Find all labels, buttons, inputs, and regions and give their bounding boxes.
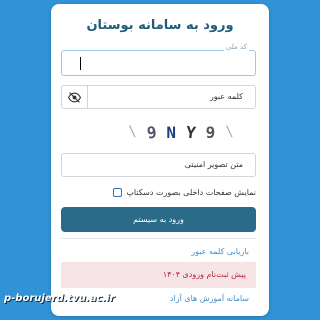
captcha-image: \ 9 N Y 9 \	[117, 120, 245, 144]
captcha-input-label: متن تصویر امنیتی	[184, 160, 243, 169]
captcha-char: 9	[205, 122, 216, 142]
desktop-view-checkbox[interactable]	[113, 187, 123, 197]
login-button[interactable]: ورود به سیستم	[61, 207, 256, 232]
preregistration-notice[interactable]: پیش ثبت‌نام ورودی ۱۴۰۴	[61, 262, 256, 288]
captcha-char: N	[166, 122, 176, 142]
page-title: ورود به سامانه بوستان	[86, 18, 234, 33]
captcha-char: 9	[145, 121, 158, 143]
free-education-system-link[interactable]: سامانه آموزش های آزاد	[170, 294, 249, 303]
captcha-noise: \	[128, 124, 137, 140]
captcha-input[interactable]: متن تصویر امنیتی	[61, 153, 256, 177]
divider	[61, 238, 256, 239]
site-domain: p-borujerd.tvu.ac.ir	[4, 293, 115, 304]
captcha-char: Y	[185, 122, 197, 142]
national-code-field[interactable]: کد ملی	[61, 43, 256, 76]
text-cursor	[80, 57, 81, 70]
login-card: ورود به سامانه بوستان کد ملی کلمه عبور \…	[51, 4, 269, 316]
eye-slash-icon	[68, 91, 81, 103]
password-field[interactable]: کلمه عبور	[61, 85, 256, 109]
desktop-view-option[interactable]: نمایش صفحات داخلی بصورت دسکتاپ	[61, 185, 256, 199]
toggle-password-button[interactable]	[62, 86, 88, 108]
desktop-view-label: نمایش صفحات داخلی بصورت دسکتاپ	[126, 187, 256, 197]
national-code-label: کد ملی	[223, 43, 249, 51]
password-label: کلمه عبور	[209, 92, 243, 101]
captcha-noise: \	[225, 124, 234, 140]
recover-password-link[interactable]: بازیابی کلمه عبور	[191, 247, 249, 256]
